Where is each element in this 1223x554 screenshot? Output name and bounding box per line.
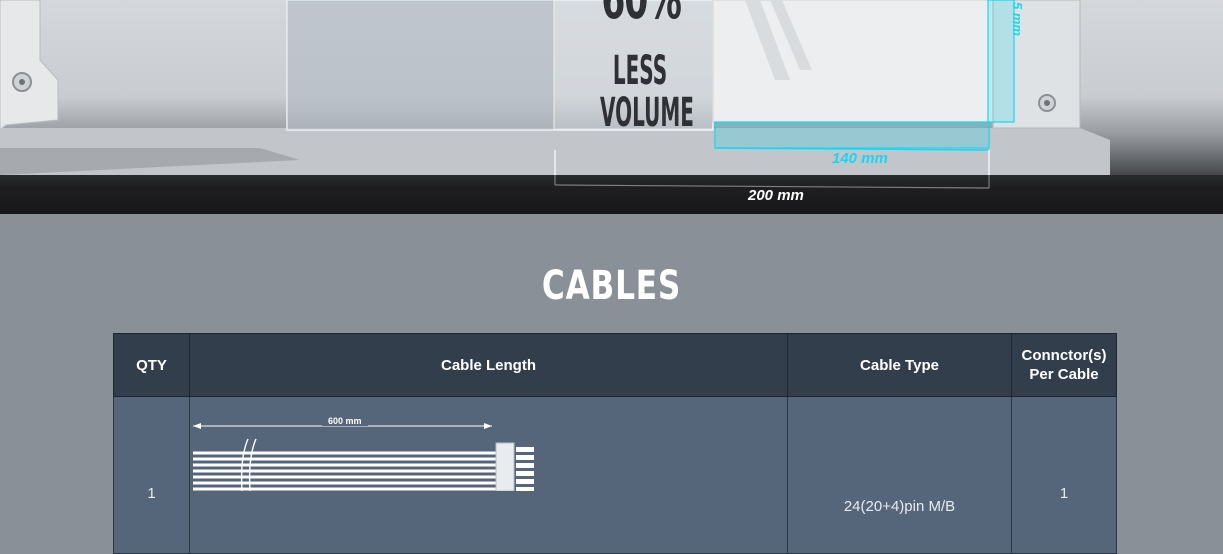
dimension-label-side: 5 mm [1010, 2, 1025, 36]
cell-cable-length: 600 mm [189, 396, 788, 554]
table-header-row: QTY Cable Length Cable Type Connctor(s) … [113, 333, 1117, 397]
header-cable-length: Cable Length [189, 333, 788, 397]
dimension-label-200: 200 mm [748, 187, 804, 204]
cell-qty: 1 [113, 396, 190, 554]
cables-table: QTY Cable Length Cable Type Connctor(s) … [113, 333, 1117, 554]
header-connectors-per-cable: Connctor(s) Per Cable [1011, 333, 1117, 397]
header-cable-type: Cable Type [787, 333, 1012, 397]
promo-percent: 60% [601, 0, 682, 28]
section-title: CABLES [541, 263, 682, 309]
dimension-label-140: 140 mm [832, 150, 888, 167]
cable-length-label: 600 mm [322, 416, 368, 426]
table-row: 1 600 mm 24(20+4)pin M/B 1 [113, 396, 1117, 554]
promo-text: LESS VOLUME [600, 48, 694, 136]
header-qty: QTY [113, 333, 190, 397]
cell-cable-type: 24(20+4)pin M/B [787, 396, 1012, 554]
cell-connectors-per-cable: 1 [1011, 396, 1117, 554]
product-image-banner: 60% LESS VOLUME 140 mm 200 mm 5 mm [0, 0, 1223, 214]
cable-illustration [193, 423, 534, 491]
